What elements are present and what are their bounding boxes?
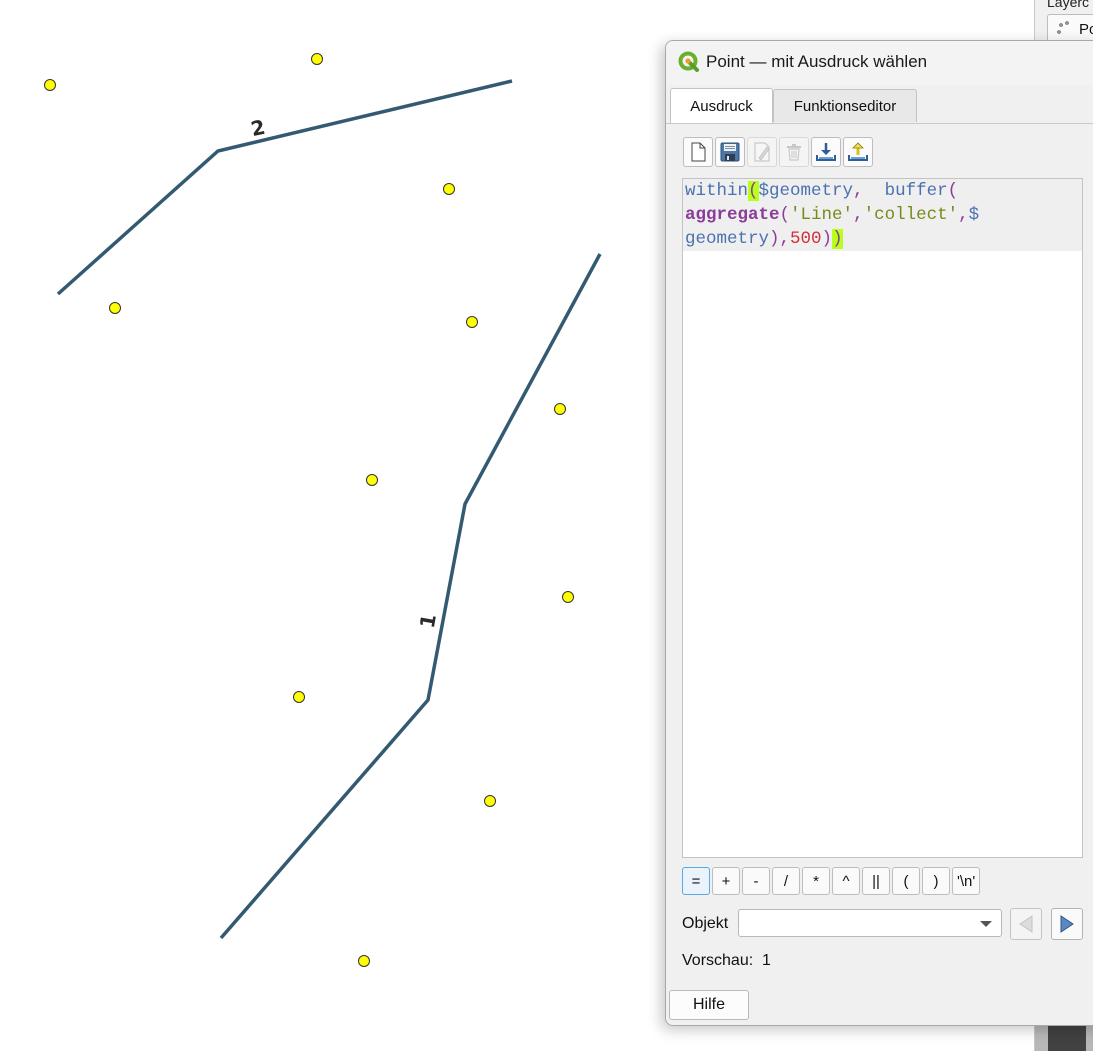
code-token: , [853,205,864,225]
operator-plus-button[interactable]: + [712,867,740,895]
code-token: aggregate [685,205,780,225]
code-token: , [958,205,969,225]
tab-bar: Ausdruck Funktionseditor [666,87,1093,124]
expression-editor[interactable]: within($geometry, buffer( aggregate('Lin… [682,178,1083,858]
operator-divide-button[interactable]: / [772,867,800,895]
code-token: , [853,181,885,201]
code-token: within [685,181,749,201]
import-icon [816,143,836,161]
code-token: 500 [790,229,822,249]
code-token: 'Line' [790,205,854,225]
point-feature[interactable] [293,691,305,703]
feature-combobox[interactable] [738,909,1002,937]
select-by-expression-dialog: Point — mit Ausdruck wählen Ausdruck Fun… [665,40,1093,1026]
feature-label: Objekt [682,915,729,932]
line-label-2: 2 [249,115,268,141]
operator-close-paren-button[interactable]: ) [922,867,950,895]
point-feature[interactable] [44,79,56,91]
save-expression-button[interactable] [715,137,745,167]
expression-code[interactable]: within($geometry, buffer( aggregate('Lin… [685,179,1080,251]
point-layer [44,53,574,967]
tab-function-editor[interactable]: Funktionseditor [773,89,917,122]
new-file-icon [691,142,706,162]
line-label-1: 1 [415,612,441,630]
point-feature[interactable] [554,403,566,415]
point-feature[interactable] [443,183,455,195]
layer-tab-label: Po [1079,21,1093,38]
previous-feature-button[interactable] [1010,908,1042,940]
export-icon [848,142,868,161]
code-token: $geometry [758,181,854,201]
operator-power-button[interactable]: ^ [832,867,860,895]
point-layer-icon [1057,21,1069,34]
point-feature[interactable] [466,316,478,328]
new-expression-button[interactable] [683,137,713,167]
operator-equals-button[interactable]: = [682,867,710,895]
operator-open-paren-button[interactable]: ( [892,867,920,895]
qgis-logo-icon [678,51,699,72]
arrow-right-icon [1060,915,1074,933]
code-token: 'collect' [863,205,959,225]
chevron-down-icon [980,921,992,927]
tab-expression[interactable]: Ausdruck [670,88,773,123]
preview-result: Vorschau: 1 [682,952,771,969]
code-token: ) [821,229,833,249]
point-feature[interactable] [366,474,378,486]
delete-expression-button[interactable] [779,137,809,167]
line-layer [56,79,602,940]
code-token: ( [779,205,791,225]
dock-title: Layerc [1047,0,1090,10]
operator-minus-button[interactable]: - [742,867,770,895]
edit-icon [754,142,770,162]
operator-multiply-button[interactable]: * [802,867,830,895]
edit-expression-button[interactable] [747,137,777,167]
save-icon [720,142,740,162]
arrow-left-icon [1019,915,1033,933]
dialog-title: Point — mit Ausdruck wählen [706,52,928,71]
code-token: buffer [884,181,948,201]
expression-panel: within($geometry, buffer( aggregate('Lin… [666,124,1093,1025]
dock-bottom-bar [1035,1024,1093,1051]
dialog-titlebar[interactable]: Point — mit Ausdruck wählen [666,41,1093,85]
point-feature[interactable] [562,591,574,603]
point-feature[interactable] [358,955,370,967]
dock-scroll-area[interactable] [1048,1024,1086,1051]
code-token: ), [769,229,791,249]
code-token: ( [748,181,759,201]
next-feature-button[interactable] [1051,908,1083,940]
point-feature[interactable] [109,302,121,314]
operator-newline-button[interactable]: '\n' [952,867,981,895]
help-button[interactable]: Hilfe [669,990,749,1020]
layer-tab[interactable]: Po [1047,14,1093,41]
operator-concat-button[interactable]: || [862,867,890,895]
delete-icon [787,144,801,161]
line-feature-1[interactable] [219,253,602,940]
expression-toolbar [683,137,873,169]
code-token: ( [947,181,959,201]
operator-buttons: = + - / * ^ ||() '\n' [682,867,981,895]
import-expressions-button[interactable] [811,137,841,167]
code-token: ) [832,229,843,249]
point-feature[interactable] [484,795,496,807]
point-feature[interactable] [311,53,323,65]
export-expressions-button[interactable] [843,137,873,167]
